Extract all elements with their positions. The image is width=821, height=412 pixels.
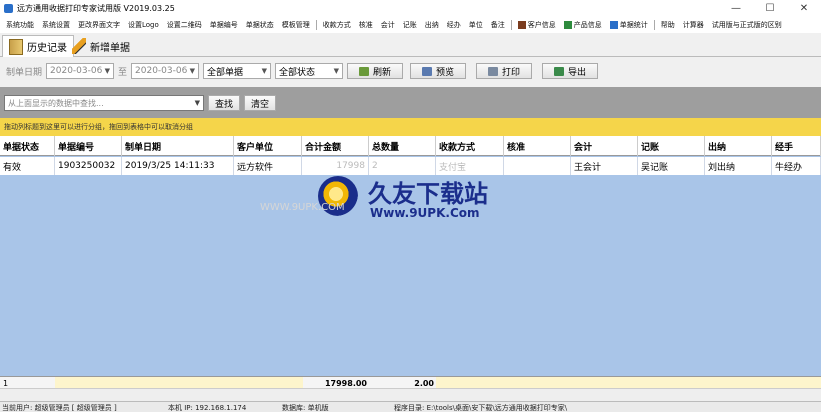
filter-toolbar: 制单日期 2020-03-06 ▼ 至 2020-03-06 ▼ 全部单据 ▼ 全部状… [0, 58, 821, 84]
status-dir: 程序目录: E:\tools\桌面\安下载\远方通用收据打印专家\ [394, 404, 568, 412]
col-created-date[interactable]: 制单日期 [122, 136, 234, 156]
col-total-amount[interactable]: 合计金额 [302, 136, 369, 156]
date-label: 制单日期 [6, 67, 43, 78]
menu-payment-method[interactable]: 收款方式 [319, 20, 355, 30]
menu-change-ui-text[interactable]: 更改界面文字 [74, 20, 124, 30]
preview-button[interactable]: 预览 [410, 63, 467, 79]
cell-customer: 远方软件 [234, 157, 302, 175]
col-total-qty[interactable]: 总数量 [369, 136, 436, 156]
status-user: 当前用户: 超级管理员 [ 超级管理员 ] [2, 404, 117, 412]
watermark-title: 久友下载站 [368, 179, 488, 208]
tab-history[interactable]: 历史记录 [2, 35, 74, 57]
chevron-down-icon: ▼ [194, 99, 200, 107]
maximize-button[interactable]: ☐ [753, 0, 787, 17]
chevron-down-icon: ▼ [333, 67, 340, 75]
col-handler[interactable]: 经手 [772, 136, 821, 156]
menu-trial-vs-full[interactable]: 试用版与正式版的区别 [708, 20, 786, 30]
export-icon [554, 66, 565, 76]
menu-bar: 系统功能 系统设置 更改界面文字 设置Logo 设置二维码 单据编号 单据状态 … [0, 17, 821, 33]
book-icon [9, 38, 23, 55]
menu-set-qrcode[interactable]: 设置二维码 [163, 20, 206, 30]
col-payment-method[interactable]: 收款方式 [436, 136, 504, 156]
col-accountant[interactable]: 会计 [571, 136, 638, 156]
col-doc-status[interactable]: 单据状态 [0, 136, 55, 156]
col-doc-number[interactable]: 单据编号 [55, 136, 122, 156]
menu-calculator[interactable]: 计算器 [679, 20, 708, 30]
menu-help[interactable]: 帮助 [657, 20, 679, 30]
cell-cashier: 刘出纳 [705, 157, 772, 175]
horizontal-scrollbar[interactable] [0, 388, 821, 401]
watermark-faint-text: WWW.9UPK.COM [260, 202, 345, 213]
print-button[interactable]: 打印 [476, 63, 533, 79]
chevron-down-icon: ▼ [104, 67, 111, 75]
group-by-panel[interactable]: 拖动列标题到这里可以进行分组，拖回到表格中可以取消分组 [0, 118, 821, 136]
watermark-url: Www.9UPK.Com [370, 206, 480, 220]
tab-bar: 历史记录 新增单据 [0, 33, 821, 57]
status-db: 数据库: 单机版 [282, 404, 329, 412]
menu-handler[interactable]: 经办 [443, 20, 465, 30]
pencil-icon [72, 38, 86, 54]
watermark: 久友下载站 Www.9UPK.Com WWW.9UPK.COM [260, 172, 540, 230]
menu-doc-stats[interactable]: 单据统计 [606, 20, 652, 30]
to-label: 至 [118, 67, 128, 78]
status-bar: 当前用户: 超级管理员 [ 超级管理员 ] 本机 IP: 192.168.1.1… [0, 401, 821, 412]
menu-customer-info[interactable]: 客户信息 [514, 20, 560, 30]
find-button[interactable]: 查找 [208, 95, 240, 111]
search-input[interactable]: 从上面显示的数据中查找... ▼ [4, 95, 204, 111]
refresh-icon [359, 66, 370, 76]
menu-unit[interactable]: 单位 [465, 20, 487, 30]
search-panel: 从上面显示的数据中查找... ▼ 查找 清空 [0, 87, 821, 118]
cell-number: 1903250032 [55, 157, 122, 175]
date-from-picker[interactable]: 2020-03-06 ▼ [46, 63, 115, 79]
app-icon [4, 4, 13, 13]
tab-new-doc[interactable]: 新增单据 [66, 35, 136, 57]
product-icon [563, 21, 572, 29]
chevron-down-icon: ▼ [189, 67, 196, 75]
chevron-down-icon: ▼ [261, 67, 268, 75]
cell-handler: 牛经办 [772, 157, 821, 175]
col-cashier[interactable]: 出纳 [705, 136, 772, 156]
window-title: 远方通用收据打印专家试用版 V2019.03.25 [17, 4, 175, 13]
menu-system-functions[interactable]: 系统功能 [2, 20, 38, 30]
menu-separator [653, 20, 655, 30]
doc-status-select[interactable]: 全部状态 ▼ [275, 63, 344, 79]
cell-date: 2019/3/25 14:11:33 [122, 157, 234, 175]
col-bookkeeper[interactable]: 记账 [638, 136, 705, 156]
menu-template-manage[interactable]: 模板管理 [278, 20, 314, 30]
table-header: 单据状态 单据编号 制单日期 客户单位 合计金额 总数量 收款方式 核准 会计 … [0, 136, 821, 156]
doc-type-select[interactable]: 全部单据 ▼ [203, 63, 272, 79]
refresh-button[interactable]: 刷新 [347, 63, 404, 79]
cell-bookkeeper: 吴记账 [638, 157, 705, 175]
menu-bookkeeper[interactable]: 记账 [399, 20, 421, 30]
status-ip: 本机 IP: 192.168.1.174 [168, 404, 247, 412]
close-button[interactable]: ✕ [787, 0, 821, 17]
menu-separator [510, 20, 512, 30]
minimize-button[interactable]: — [719, 0, 753, 17]
cell-status: 有效 [0, 157, 55, 175]
menu-approve[interactable]: 核准 [355, 20, 377, 30]
menu-set-logo[interactable]: 设置Logo [124, 20, 163, 30]
summary-footer: 1 17998.00 2.00 [0, 376, 821, 389]
menu-doc-status[interactable]: 单据状态 [242, 20, 278, 30]
menu-accountant[interactable]: 会计 [377, 20, 399, 30]
preview-icon [422, 66, 433, 76]
date-to-picker[interactable]: 2020-03-06 ▼ [131, 63, 200, 79]
title-bar: 远方通用收据打印专家试用版 V2019.03.25 — ☐ ✕ [0, 0, 821, 17]
customer-icon [517, 21, 526, 29]
col-approve[interactable]: 核准 [504, 136, 571, 156]
menu-doc-number[interactable]: 单据编号 [206, 20, 242, 30]
cell-accountant: 王会计 [571, 157, 638, 175]
menu-system-settings[interactable]: 系统设置 [38, 20, 74, 30]
window-controls: — ☐ ✕ [719, 0, 821, 17]
export-button[interactable]: 导出 [542, 63, 599, 79]
menu-product-info[interactable]: 产品信息 [560, 20, 606, 30]
menu-cashier[interactable]: 出纳 [421, 20, 443, 30]
print-icon [488, 66, 499, 76]
menu-separator [315, 20, 317, 30]
clear-button[interactable]: 清空 [244, 95, 276, 111]
col-customer[interactable]: 客户单位 [234, 136, 302, 156]
menu-remark[interactable]: 备注 [487, 20, 509, 30]
stats-icon [609, 21, 618, 29]
